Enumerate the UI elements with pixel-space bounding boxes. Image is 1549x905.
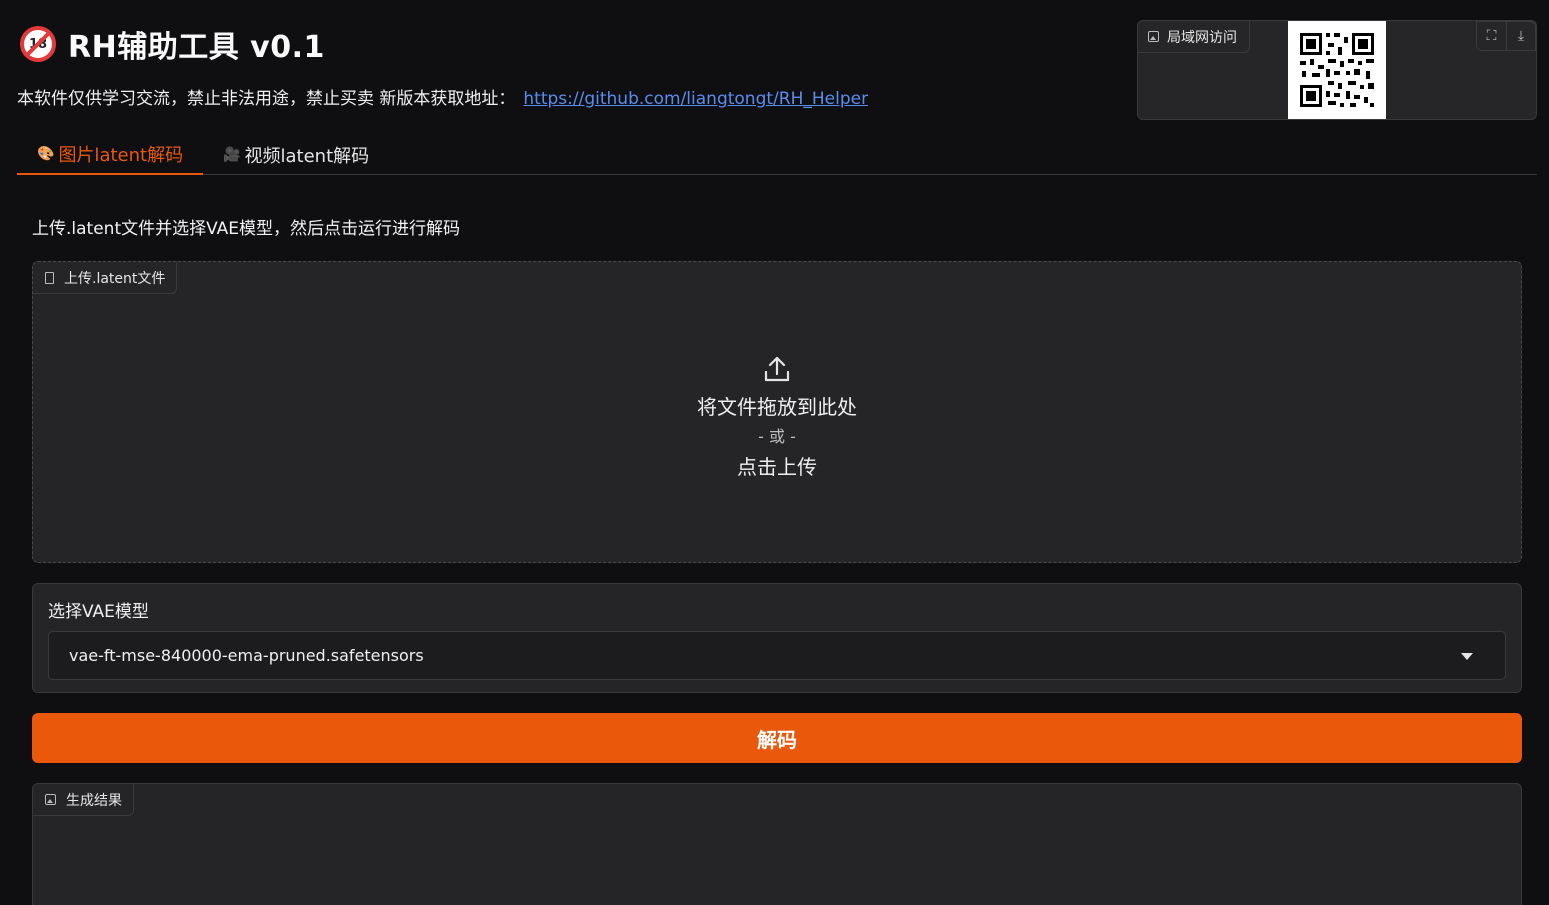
drop-text: 将文件拖放到此处: [697, 395, 857, 419]
fullscreen-icon[interactable]: ⛶: [1477, 22, 1506, 50]
palette-icon: 🎨: [37, 146, 55, 162]
vae-model-dropdown[interactable]: vae-ft-mse-840000-ema-pruned.safetensors: [48, 631, 1506, 680]
qr-code-image: [1288, 21, 1386, 119]
github-link[interactable]: https://github.com/liangtongt/RH_Helper: [523, 89, 868, 109]
upload-label-text: 上传.latent文件: [64, 270, 166, 287]
tab-label: 图片latent解码: [58, 145, 184, 166]
tab-image-latent-decode[interactable]: 🎨 图片latent解码: [17, 135, 204, 175]
latent-file-upload[interactable]: 上传.latent文件 将文件拖放到此处 - 或 - 点击上传: [32, 261, 1522, 563]
upload-dropzone[interactable]: 将文件拖放到此处 - 或 - 点击上传: [33, 354, 1521, 482]
or-text: - 或 -: [758, 427, 796, 446]
qr-code: [1288, 21, 1386, 119]
file-icon: [45, 271, 54, 284]
lan-access-panel: 局域网访问 ⛶ ⤓: [1137, 20, 1537, 120]
result-image-panel: 生成结果: [32, 783, 1522, 905]
decode-button[interactable]: 解码: [32, 713, 1522, 763]
upload-icon: [762, 354, 792, 384]
qr-actions: ⛶ ⤓: [1476, 21, 1536, 51]
result-label-text: 生成结果: [66, 792, 122, 809]
tab-label: 视频latent解码: [244, 146, 370, 167]
lan-access-label: 局域网访问: [1138, 21, 1250, 53]
chevron-down-icon[interactable]: [1461, 653, 1473, 660]
upload-label: 上传.latent文件: [33, 262, 178, 294]
lan-access-text: 局域网访问: [1167, 29, 1237, 46]
instruction-text: 上传.latent文件并选择VAE模型，然后点击运行进行解码: [32, 219, 461, 239]
no-under-18-icon: 18: [20, 26, 56, 62]
disclaimer-text: 本软件仅供学习交流，禁止非法用途，禁止买卖 新版本获取地址： https://gi…: [17, 84, 868, 109]
result-label: 生成结果: [33, 784, 134, 816]
page-title: RH辅助工具 v0.1: [68, 30, 325, 65]
vae-label: 选择VAE模型: [48, 602, 149, 622]
tab-bar: 🎨 图片latent解码 🎥 视频latent解码: [17, 135, 1537, 175]
app-header: 18 RH辅助工具 v0.1: [20, 22, 325, 66]
image-icon: [1148, 31, 1159, 42]
vae-selected-value: vae-ft-mse-840000-ema-pruned.safetensors: [69, 646, 424, 665]
tab-video-latent-decode[interactable]: 🎥 视频latent解码: [203, 135, 389, 175]
click-upload-text[interactable]: 点击上传: [33, 452, 1521, 482]
vae-model-panel: 选择VAE模型 vae-ft-mse-840000-ema-pruned.saf…: [32, 583, 1522, 693]
film-projector-icon: 🎥: [223, 147, 241, 163]
download-icon[interactable]: ⤓: [1506, 22, 1535, 50]
disclaimer-label: 本软件仅供学习交流，禁止非法用途，禁止买卖 新版本获取地址：: [17, 89, 516, 109]
image-icon: [45, 794, 56, 805]
